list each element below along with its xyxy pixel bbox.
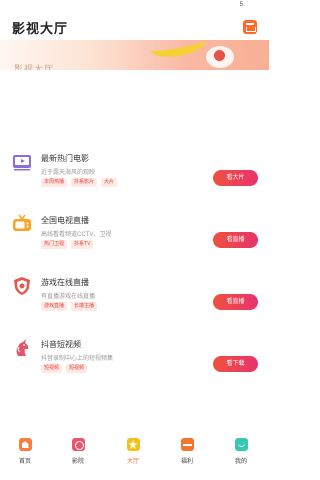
download-video-button[interactable]: 看下载: [213, 356, 258, 372]
profile-icon: [234, 438, 248, 451]
list-item-game-live[interactable]: 游戏在线直播 有直播游戏在线直播 游戏直播 长端主播 看直播: [0, 270, 269, 330]
tag: 抖系TV: [71, 240, 94, 249]
tab-label: 我的: [234, 459, 247, 465]
tag: 本周热播: [41, 178, 68, 187]
card-title: 抖音短视频: [41, 340, 81, 349]
card-desc: 有直播游戏在线直播: [41, 294, 96, 300]
gift-icon: [180, 438, 194, 451]
hall-star-icon: [126, 438, 140, 451]
list-item-short-video[interactable]: 抖音短视频 抖音录制中心上的短视频集 短视频 短视频 看下载: [0, 332, 269, 392]
tag: 抖系影片: [71, 178, 98, 187]
watch-game-button[interactable]: 看直播: [213, 294, 258, 310]
cinema-icon: [71, 438, 85, 451]
app-header: 影视大厅: [0, 10, 269, 40]
card-title: 全国电视直播: [41, 216, 89, 225]
tab-cinema[interactable]: 影院: [61, 438, 95, 474]
card-title: 游戏在线直播: [41, 278, 89, 287]
card-title: 最新热门电影: [41, 154, 89, 163]
list-item-movies[interactable]: 最新热门电影 近于露天海风的观映 本周热播 抖系影片 大片 看大片: [0, 146, 269, 206]
tag: 热门卫视: [41, 240, 68, 249]
tag-list: 游戏直播 长端主播: [41, 302, 98, 311]
tab-label: 影院: [71, 459, 84, 465]
watch-tv-button[interactable]: 看直播: [213, 232, 258, 248]
banner[interactable]: 影视大厅: [0, 40, 269, 70]
list-item-tv-live[interactable]: 全国电视直播 高线看看频道CCTV、卫视 热门卫视 抖系TV 看直播: [0, 208, 269, 268]
tag: 游戏直播: [41, 302, 68, 311]
card-desc: 高线看看频道CCTV、卫视: [41, 232, 112, 238]
tab-label: 首页: [18, 459, 31, 465]
tab-label: 福利: [180, 459, 193, 465]
tag: 大片: [101, 178, 118, 187]
tab-hall[interactable]: 大厅: [116, 438, 150, 474]
tag: 短视频: [66, 364, 88, 373]
tv-icon: [13, 214, 31, 231]
home-icon: [18, 438, 32, 451]
tag: 短视频: [41, 364, 63, 373]
tab-mine[interactable]: 我的: [224, 438, 258, 474]
card-desc: 近于露天海风的观映: [41, 170, 96, 176]
film-screen-icon: [13, 155, 31, 171]
download-icon[interactable]: [243, 20, 257, 34]
unicorn-icon: [16, 339, 29, 356]
berry-decoration: [214, 50, 225, 61]
tag: 长端主播: [71, 302, 98, 311]
tag-list: 热门卫视 抖系TV: [41, 240, 94, 249]
game-shield-icon: [14, 277, 30, 295]
tag-list: 短视频 短视频: [41, 364, 88, 373]
tab-welfare[interactable]: 福利: [170, 438, 204, 474]
watch-movies-button[interactable]: 看大片: [213, 170, 258, 186]
tag-list: 本周热播 抖系影片 大片: [41, 178, 118, 187]
status-indicator: 5: [239, 2, 243, 8]
page-title: 影视大厅: [12, 21, 69, 36]
tab-home[interactable]: 首页: [8, 438, 42, 474]
banana-decoration: [148, 40, 208, 61]
banner-text: 影视大厅: [14, 64, 55, 70]
bottom-tab-bar: 首页 影院 大厅 福利 我的: [0, 428, 269, 480]
card-desc: 抖音录制中心上的短视频集: [41, 356, 114, 362]
status-bar: 5: [0, 0, 269, 10]
tab-label: 大厅: [126, 459, 139, 465]
